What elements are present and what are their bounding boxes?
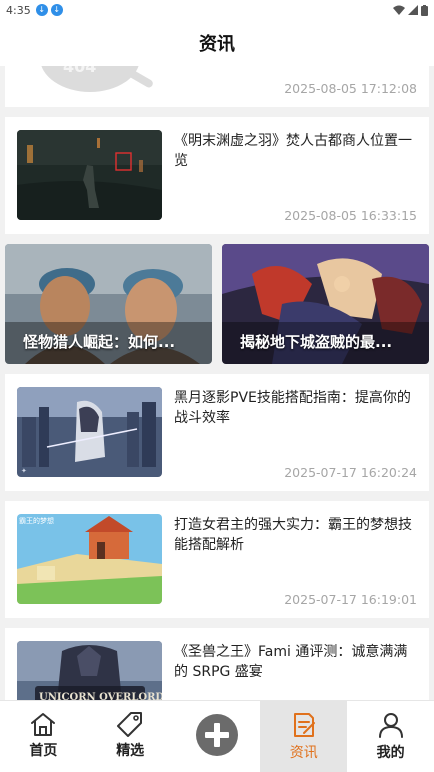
signal-icon [408,5,418,15]
nav-home[interactable]: 首页 [0,701,87,772]
nav-news-label: 资讯 [289,745,318,761]
news-time: 2025-07-17 16:20:24 [284,465,417,480]
news-title: 《圣兽之王》Fami 通评测：诚意满满的 SRPG 盛宴 [174,644,408,680]
news-thumbnail: UNICORN OVERLORD [17,641,162,700]
news-thumbnail: 404 [35,66,155,98]
profile-icon [378,713,403,738]
bottom-nav: 首页 精选 资讯 我的 [0,700,434,772]
home-icon [31,713,56,736]
nav-featured-label: 精选 [116,743,145,759]
news-title: 《明末渊虚之羽》焚人古都商人位置一览 [174,133,412,169]
nav-profile[interactable]: 我的 [347,701,434,772]
nav-featured[interactable]: 精选 [87,701,174,772]
news-card[interactable]: 404 2025-08-05 17:12:08 [5,66,429,107]
news-card[interactable]: ✦ 黑月逐影PVE技能搭配指南：提高你的战斗效率 2025-07-17 16:2… [5,374,429,491]
news-time: 2025-08-05 17:12:08 [284,81,417,96]
news-title: 黑月逐影PVE技能搭配指南：提高你的战斗效率 [174,390,411,426]
banner-title: 怪物猎人崛起：如何... [23,333,176,351]
banner-card[interactable]: 揭秘地下城盗贼的最... [222,244,429,364]
news-title: 打造女君主的强大实力：霸王的梦想技能搭配解析 [174,517,412,553]
news-feed[interactable]: 404 2025-08-05 17:12:08 《明末渊虚之羽》焚人古都商人位置… [0,66,434,700]
news-card[interactable]: 霸王的梦想 打造女君主的强大实力：霸王的梦想技能搭配解析 2025-07-17 … [5,501,429,618]
page-title: 资讯 [199,34,235,55]
news-card[interactable]: 《明末渊虚之羽》焚人古都商人位置一览 2025-08-05 16:33:15 [5,117,429,234]
news-time: 2025-07-17 16:19:01 [284,592,417,607]
app-header: 资讯 [0,20,434,66]
news-thumbnail: ✦ [17,387,162,477]
banner-card[interactable]: 怪物猎人崛起：如何... [5,244,212,364]
status-time: 4:35 [6,3,31,17]
news-card[interactable]: UNICORN OVERLORD 《圣兽之王》Fami 通评测：诚意满满的 SR… [5,628,429,700]
banner-title: 揭秘地下城盗贼的最... [240,333,393,351]
svg-text:404: 404 [63,66,96,76]
status-bar: 4:35 ↓ ↓ [0,0,434,20]
svg-text:霸王的梦想: 霸王的梦想 [19,516,54,525]
tag-icon [117,712,143,737]
svg-text:UNICORN OVERLORD: UNICORN OVERLORD [39,692,162,700]
add-icon [195,714,238,756]
nav-profile-label: 我的 [376,745,405,761]
download-icon: ↓ [35,4,48,16]
svg-text:✦: ✦ [21,467,27,475]
news-icon [293,713,315,737]
status-indicators [393,4,428,16]
battery-icon [421,4,428,16]
nav-add-button[interactable] [174,701,261,772]
news-thumbnail [17,130,162,220]
news-time: 2025-08-05 16:33:15 [284,208,417,223]
download-icon: ↓ [50,4,63,16]
nav-news[interactable]: 资讯 [260,701,348,772]
wifi-icon [393,5,405,15]
news-thumbnail: 霸王的梦想 [17,514,162,604]
nav-home-label: 首页 [29,743,58,759]
